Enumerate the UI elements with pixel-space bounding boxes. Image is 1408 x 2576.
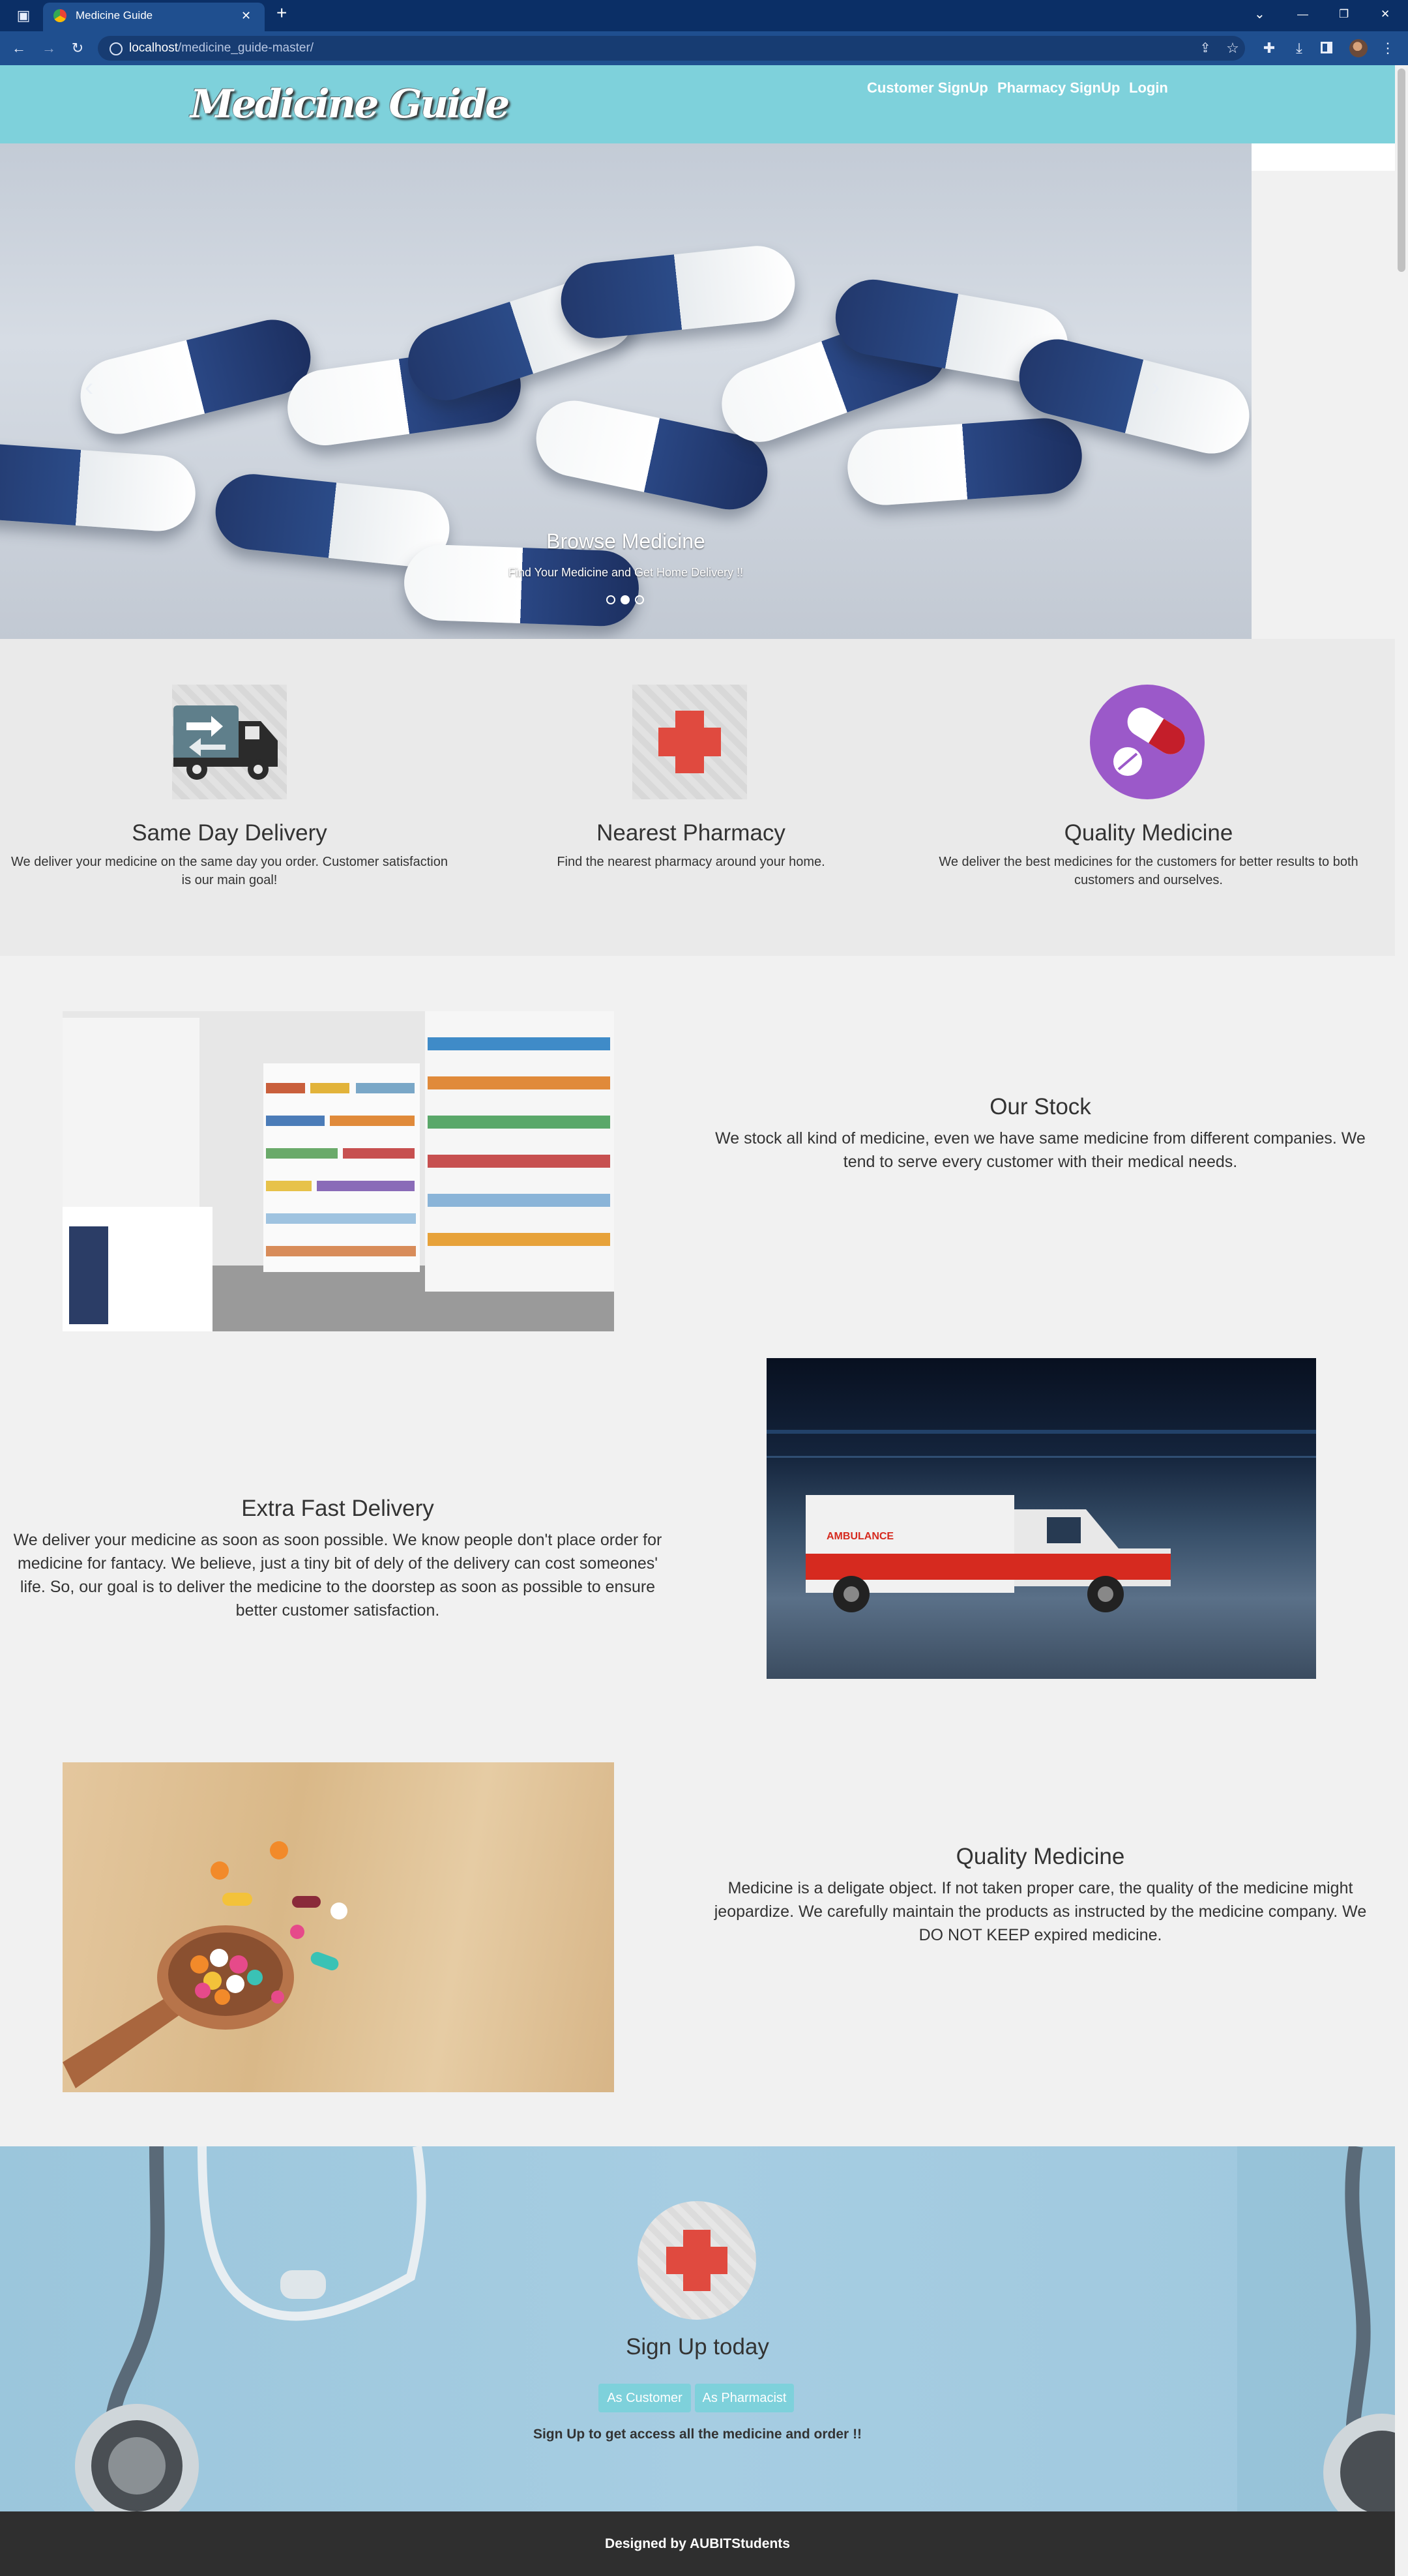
- signup-note: Sign Up to get access all the medicine a…: [533, 2427, 862, 2442]
- new-tab-icon[interactable]: +: [276, 4, 287, 22]
- reload-icon[interactable]: ↻: [69, 40, 86, 56]
- tab-title: Medicine Guide: [76, 9, 153, 22]
- section-title-stock: Our Stock: [990, 1094, 1091, 1119]
- feature-text-quality: We deliver the best medicines for the cu…: [939, 855, 1358, 887]
- ambulance-label: AMBULANCE: [827, 1531, 894, 1542]
- pill-icon: [1090, 685, 1205, 799]
- red-cross-icon: [632, 685, 747, 799]
- section-title-delivery: Extra Fast Delivery: [241, 1496, 434, 1521]
- pharmacy-shelves-photo: [63, 1011, 614, 1331]
- signup-title: Sign Up today: [626, 2334, 769, 2360]
- extensions-icon[interactable]: ✚: [1261, 40, 1278, 56]
- side-panel-icon[interactable]: [1321, 42, 1332, 53]
- share-icon[interactable]: ⇪: [1197, 40, 1214, 56]
- section-text-stock: We stock all kind of medicine, even we h…: [715, 1129, 1366, 1171]
- restore-icon[interactable]: ❐: [1339, 8, 1349, 21]
- site-logo[interactable]: Medicine Guide: [190, 77, 510, 132]
- hero-carousel: [0, 143, 1252, 639]
- page-scrollbar[interactable]: [1395, 65, 1408, 2576]
- section-title-quality: Quality Medicine: [956, 1844, 1125, 1869]
- site-info-icon[interactable]: [110, 42, 123, 55]
- carousel-caption-title: Browse Medicine: [546, 529, 705, 553]
- pills-spoon-photo: [63, 1762, 614, 2092]
- white-strip: [1252, 143, 1395, 171]
- nav-login[interactable]: Login: [1129, 78, 1168, 98]
- download-icon[interactable]: ⤓: [1291, 40, 1308, 56]
- signup-customer-button[interactable]: As Customer: [598, 2384, 691, 2412]
- feature-title-pharmacy: Nearest Pharmacy: [596, 820, 785, 846]
- ambulance-photo: AMBULANCE: [767, 1358, 1316, 1679]
- tab-close-icon[interactable]: ✕: [241, 9, 251, 22]
- footer-credit: Designed by AUBITStudents: [605, 2536, 790, 2551]
- carousel-caption-text: Find Your Medicine and Get Home Delivery…: [508, 566, 744, 579]
- red-cross-badge-icon: [638, 2201, 756, 2320]
- chrome-favicon-icon: [53, 9, 66, 22]
- carousel-indicator-1[interactable]: [606, 595, 615, 604]
- minimize-icon[interactable]: —: [1297, 8, 1308, 21]
- carousel-prev-icon[interactable]: ‹: [85, 373, 93, 402]
- nav-customer-signup[interactable]: Customer SignUp: [867, 78, 988, 98]
- tab-list-icon[interactable]: ⌄: [1254, 8, 1265, 21]
- forward-icon[interactable]: →: [40, 40, 57, 56]
- scrollbar-thumb[interactable]: [1398, 68, 1405, 272]
- feature-title-delivery: Same Day Delivery: [132, 820, 327, 846]
- section-text-quality: Medicine is a deligate object. If not ta…: [714, 1879, 1367, 1944]
- back-icon[interactable]: ←: [10, 40, 27, 56]
- url-host: localhost: [129, 41, 178, 55]
- menu-kebab-icon[interactable]: ⋮: [1381, 40, 1395, 56]
- bookmark-star-icon[interactable]: ☆: [1224, 40, 1241, 56]
- carousel-indicator-2[interactable]: [621, 595, 630, 604]
- carousel-indicator-3[interactable]: [635, 595, 644, 604]
- profile-avatar[interactable]: [1349, 39, 1368, 57]
- feature-text-pharmacy: Find the nearest pharmacy around your ho…: [557, 855, 825, 869]
- truck-icon: [172, 685, 287, 799]
- feature-title-quality: Quality Medicine: [1064, 820, 1233, 846]
- tab-search-icon[interactable]: ▣: [16, 8, 31, 23]
- carousel-next-icon[interactable]: ›: [1151, 373, 1160, 402]
- section-text-delivery: We deliver your medicine as soon as soon…: [13, 1531, 662, 1620]
- signup-pharmacist-button[interactable]: As Pharmacist: [695, 2384, 794, 2412]
- window-close-icon[interactable]: ✕: [1381, 8, 1390, 21]
- url-path: /medicine_guide-master/: [178, 41, 314, 55]
- nav-pharmacy-signup[interactable]: Pharmacy SignUp: [997, 78, 1120, 98]
- feature-text-delivery: We deliver your medicine on the same day…: [11, 855, 448, 887]
